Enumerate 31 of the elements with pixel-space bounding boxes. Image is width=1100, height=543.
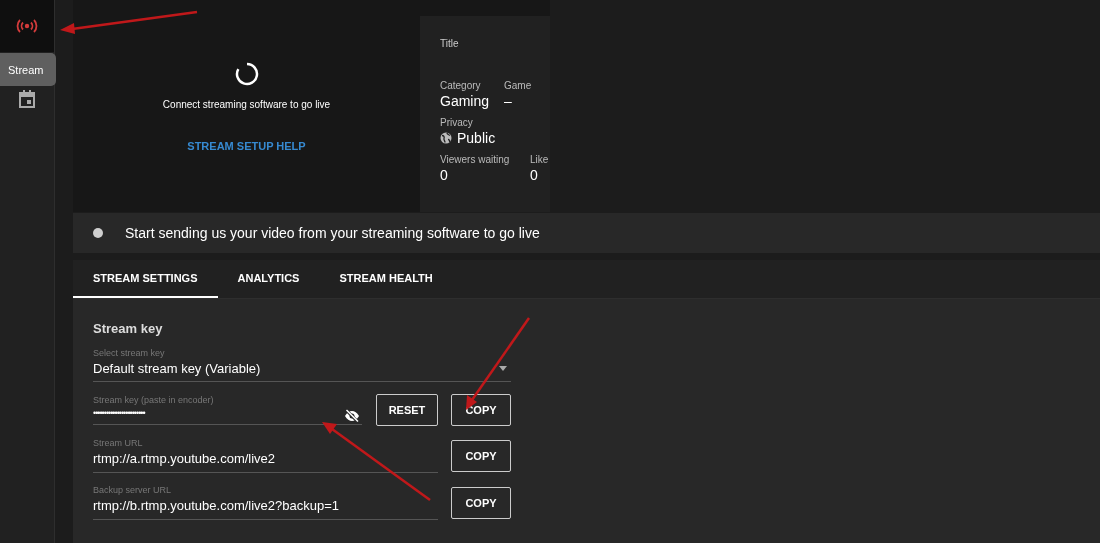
field-value: Gaming (440, 93, 490, 109)
preview-message: Connect streaming software to go live (162, 99, 331, 110)
field-label: Viewers waiting (440, 154, 511, 165)
tab[interactable]: ANALYTICS (217, 260, 320, 298)
setup-help-link[interactable]: STREAM SETUP HELP (187, 140, 306, 152)
tooltip: Stream (0, 53, 56, 86)
tab[interactable]: STREAM HEALTH (319, 260, 453, 298)
broadcast-icon (16, 18, 38, 34)
action-button[interactable]: RESET (376, 394, 438, 426)
url-field[interactable]: Backup server URL rtmp://b.rtmp.youtube.com/live2?backup=1 (93, 485, 438, 520)
stream-key-dropdown[interactable]: Select stream key Default stream key (Variable) (93, 348, 511, 382)
field-value: Public (457, 130, 496, 146)
field-value: 0 (440, 167, 448, 183)
globe-icon (440, 132, 452, 144)
field-label: Privacy (440, 117, 474, 128)
action-button[interactable]: COPY (451, 394, 511, 426)
calendar-icon (19, 90, 35, 108)
action-button[interactable]: COPY (451, 486, 511, 519)
field-label: Category (440, 80, 482, 91)
status-message: Start sending us your video from your streaming software to go live (125, 225, 540, 241)
loading-spinner-icon (234, 62, 259, 86)
sidebar-item[interactable] (0, 0, 54, 52)
url-field[interactable]: Stream URL rtmp://a.rtmp.youtube.com/live2 (93, 438, 438, 473)
section-heading: Stream key (93, 321, 164, 336)
field-label: Game (504, 80, 533, 91)
action-button[interactable]: COPY (451, 439, 511, 472)
field-label: Like (530, 154, 550, 165)
field-value: 0 (530, 167, 538, 183)
field-value: – (504, 93, 512, 109)
eye-slash-icon[interactable] (344, 409, 360, 423)
title-label: Title (440, 38, 460, 51)
